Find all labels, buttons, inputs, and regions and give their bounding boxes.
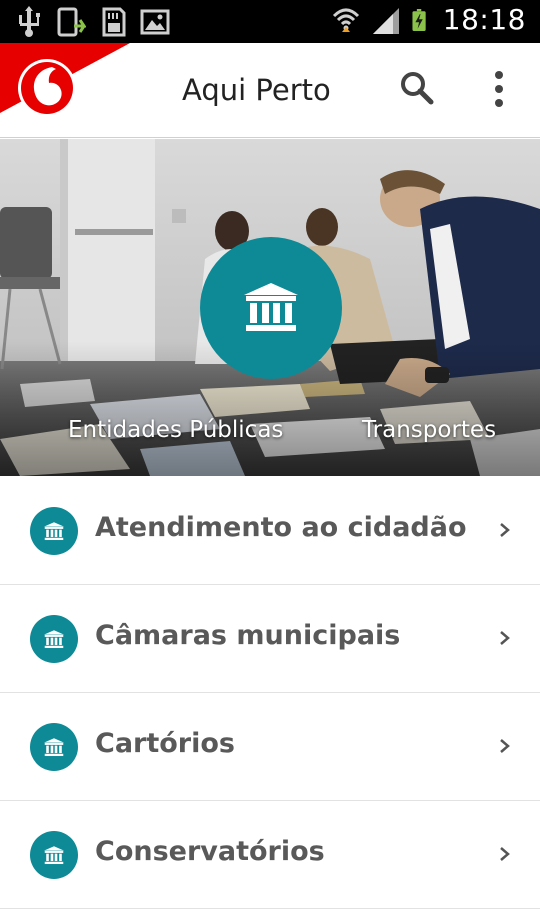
tab-entidades-publicas[interactable]: Entidades Públicas [68, 417, 283, 443]
chevron-right-icon [500, 631, 510, 645]
screenshot-icon [57, 7, 86, 37]
app-bar: Aqui Perto [0, 43, 540, 138]
page-title: Aqui Perto [182, 73, 331, 107]
bank-icon [30, 831, 78, 879]
bank-icon [30, 507, 78, 555]
overflow-menu-button[interactable] [484, 69, 514, 109]
clock: 18:18 [442, 3, 526, 36]
search-button[interactable] [398, 69, 438, 109]
list-item-label: Câmaras municipais [95, 620, 401, 651]
vodafone-logo[interactable] [0, 43, 130, 138]
usb-icon [19, 6, 40, 37]
list-item-camaras[interactable]: Câmaras municipais [0, 585, 540, 693]
battery-charging-icon [412, 8, 426, 31]
notification-icons [14, 6, 170, 38]
chevron-right-icon [500, 739, 510, 753]
search-icon [401, 72, 434, 105]
tab-transportes[interactable]: Transportes [362, 417, 496, 443]
bank-icon [30, 723, 78, 771]
status-bar: 18:18 [0, 0, 540, 43]
signal-icon [372, 7, 399, 34]
sd-card-icon [102, 7, 126, 37]
image-icon [140, 9, 170, 35]
category-list: Atendimento ao cidadão Câmaras municipai… [0, 477, 540, 909]
wifi-icon [332, 8, 359, 32]
bank-icon [30, 615, 78, 663]
more-vert-icon [495, 71, 503, 107]
chevron-right-icon [500, 847, 510, 861]
chevron-right-icon [500, 523, 510, 537]
entidades-publicas-badge[interactable] [200, 237, 342, 379]
bank-icon [244, 283, 298, 331]
list-item-label: Conservatórios [95, 836, 325, 867]
system-icons: 18:18 [331, 3, 526, 36]
list-item-cartorios[interactable]: Cartórios [0, 693, 540, 801]
list-item-label: Atendimento ao cidadão [95, 512, 467, 543]
list-item-atendimento[interactable]: Atendimento ao cidadão [0, 477, 540, 585]
list-item-label: Cartórios [95, 728, 235, 759]
hero-banner: Entidades Públicas Transportes [0, 139, 540, 476]
list-item-conservatorios[interactable]: Conservatórios [0, 801, 540, 909]
